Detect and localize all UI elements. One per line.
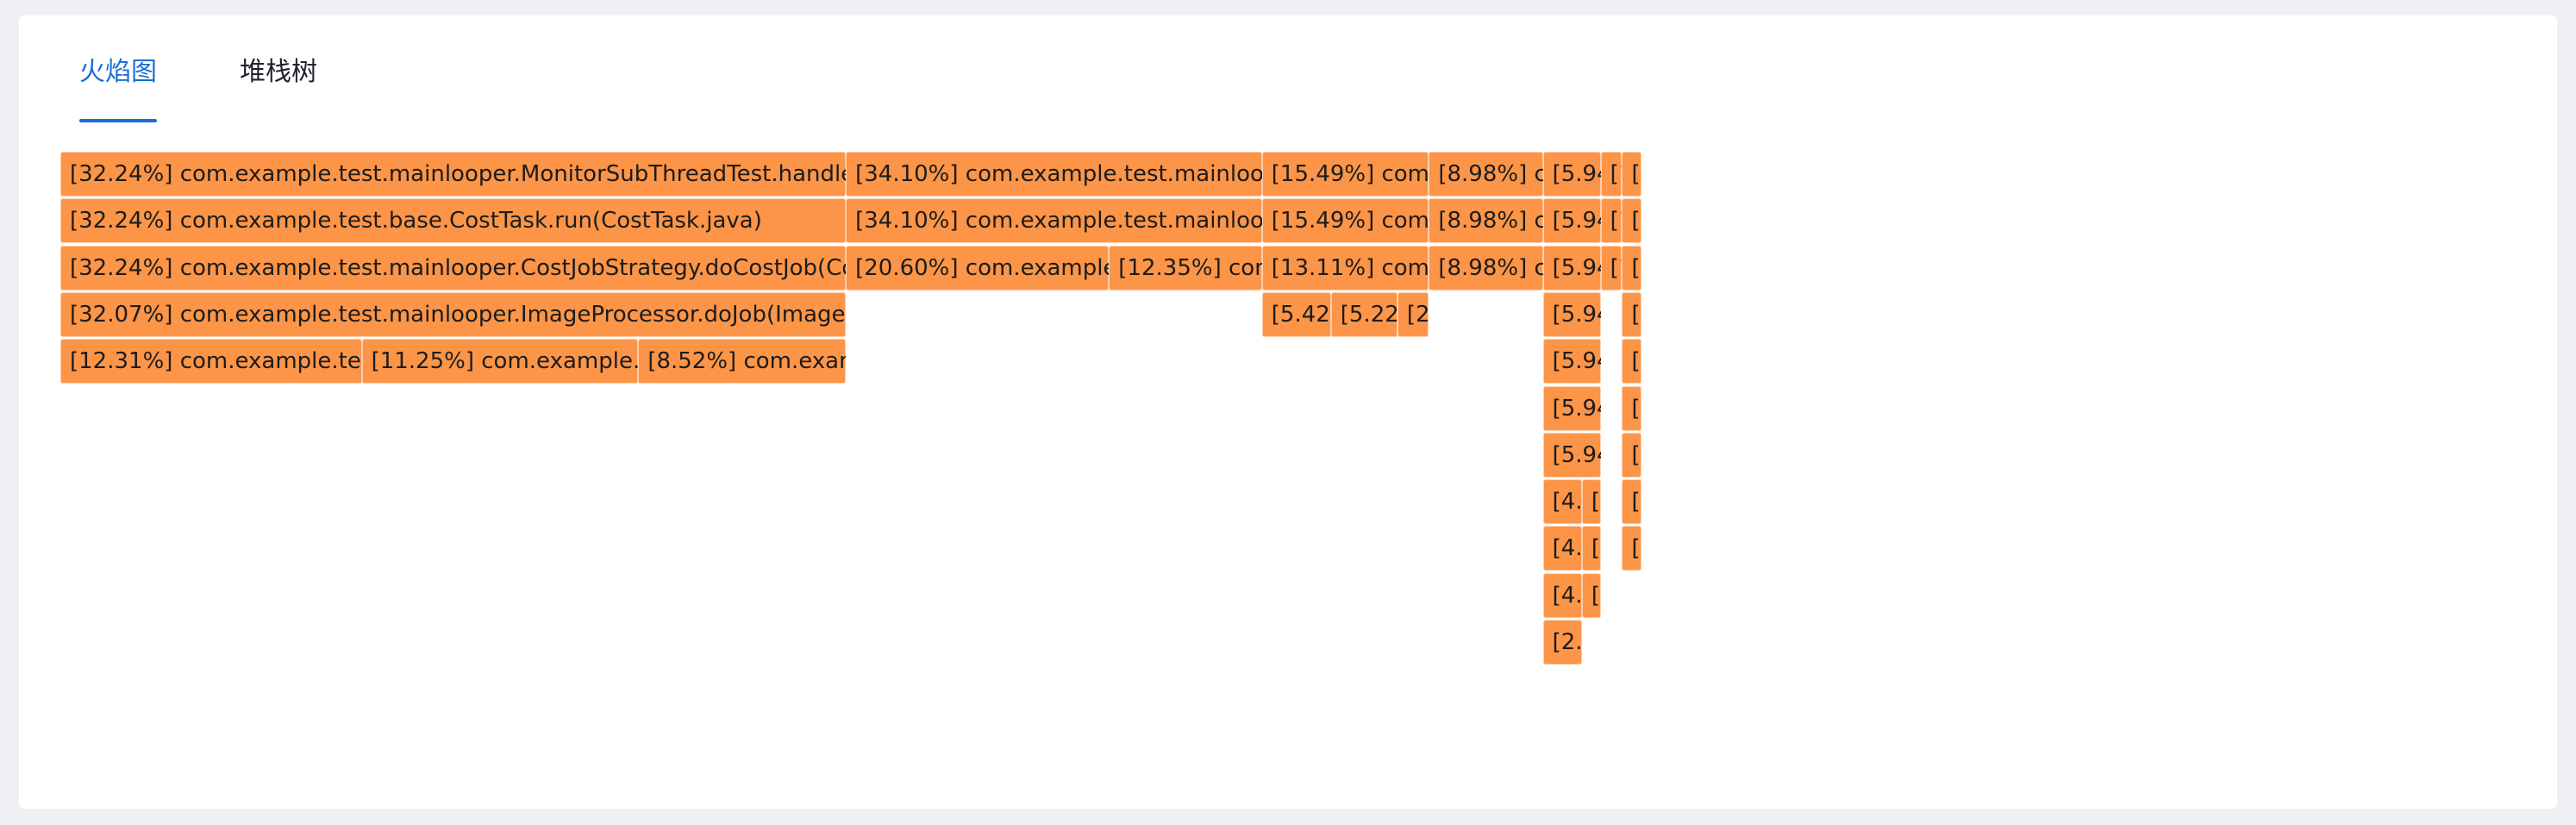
flame-frame[interactable]: [1 xyxy=(1622,152,1642,197)
flame-frame[interactable]: [1 xyxy=(1622,479,1642,525)
flame-frame[interactable]: [34.10%] com.example.test.mainlooper.Loa… xyxy=(846,198,1262,244)
flame-frame[interactable]: [15.49%] com.example xyxy=(1261,198,1429,244)
active-tab-indicator xyxy=(79,119,157,122)
flame-frame[interactable]: [32.24%] com.example.test.mainlooper.Mon… xyxy=(60,152,847,197)
flame-frame[interactable]: [5.94% xyxy=(1542,339,1601,384)
flame-frame[interactable]: [1 xyxy=(1622,198,1642,244)
flame-frame[interactable]: [5.94% xyxy=(1542,291,1601,337)
flame-frame[interactable]: [5.94% xyxy=(1542,385,1601,431)
flame-frame[interactable]: [5.42%] xyxy=(1261,291,1331,337)
flame-frame[interactable]: [8.98%] com.ex xyxy=(1429,245,1543,291)
flame-frame[interactable]: [1. xyxy=(1600,245,1623,291)
flame-frame[interactable]: [13.11%] com.example xyxy=(1261,245,1429,291)
flame-frame[interactable]: [4.0 xyxy=(1542,526,1582,572)
flame-frame[interactable]: [1 xyxy=(1581,479,1601,525)
flame-frame[interactable]: [2.4 xyxy=(1397,291,1429,337)
tab-stack-tree[interactable]: 堆栈树 xyxy=(240,55,317,122)
flame-frame[interactable]: [1 xyxy=(1581,526,1601,572)
flame-frame[interactable]: [1. xyxy=(1600,152,1623,197)
tab-flame-graph-label: 火焰图 xyxy=(79,57,157,87)
flame-frame[interactable]: [32.24%] com.example.test.mainlooper.Cos… xyxy=(60,245,847,291)
flame-frame[interactable]: [1. xyxy=(1600,198,1623,244)
flame-frame[interactable]: [32.07%] com.example.test.mainlooper.Ima… xyxy=(60,291,847,337)
flame-frame[interactable]: [8.98%] com.ex xyxy=(1429,198,1543,244)
flame-frame[interactable]: [32.24%] com.example.test.base.CostTask.… xyxy=(60,198,847,244)
flame-frame[interactable]: [34.10%] com.example.test.mainlooper.Tes… xyxy=(846,152,1262,197)
flame-graph: [32.24%] com.example.test.mainlooper.Mon… xyxy=(60,152,2497,703)
flame-frame[interactable]: [5.94% xyxy=(1542,198,1601,244)
flame-frame[interactable]: [5.22%] xyxy=(1330,291,1397,337)
flame-frame[interactable]: [1 xyxy=(1622,245,1642,291)
flame-frame[interactable]: [1 xyxy=(1622,385,1642,431)
flame-frame[interactable]: [1 xyxy=(1622,526,1642,572)
flame-frame[interactable]: [5.94% xyxy=(1542,432,1601,478)
flame-frame[interactable]: [2.9 xyxy=(1542,620,1582,665)
flame-frame[interactable]: [5.94% xyxy=(1542,152,1601,197)
flame-frame[interactable]: [1 xyxy=(1622,291,1642,337)
flame-frame[interactable]: [1 xyxy=(1622,432,1642,478)
tab-stack-tree-label: 堆栈树 xyxy=(240,57,317,87)
flame-graph-panel: 火焰图 堆栈树 [32.24%] com.example.test.mainlo… xyxy=(19,16,2557,809)
flame-frame[interactable]: [5.94% xyxy=(1542,245,1601,291)
flame-frame[interactable]: [8.98%] com.ex xyxy=(1429,152,1543,197)
flame-frame[interactable]: [8.52%] com.example.test.m xyxy=(638,339,847,384)
flame-frame[interactable]: [1 xyxy=(1622,339,1642,384)
flame-frame[interactable]: [1 xyxy=(1581,572,1601,618)
flame-frame[interactable]: [12.35%] com.exampl xyxy=(1109,245,1262,291)
flame-frame[interactable]: [12.31%] com.example.test.mainlooper.I xyxy=(60,339,362,384)
flame-frame[interactable]: [15.49%] com.example xyxy=(1261,152,1429,197)
flame-frame[interactable]: [4.0 xyxy=(1542,479,1582,525)
flame-frame[interactable]: [20.60%] com.example.test.mainloo xyxy=(846,245,1110,291)
flame-frame[interactable]: [4.0 xyxy=(1542,572,1582,618)
flame-frame[interactable]: [11.25%] com.example.test.mainloop xyxy=(361,339,639,384)
tab-flame-graph[interactable]: 火焰图 xyxy=(79,55,157,122)
